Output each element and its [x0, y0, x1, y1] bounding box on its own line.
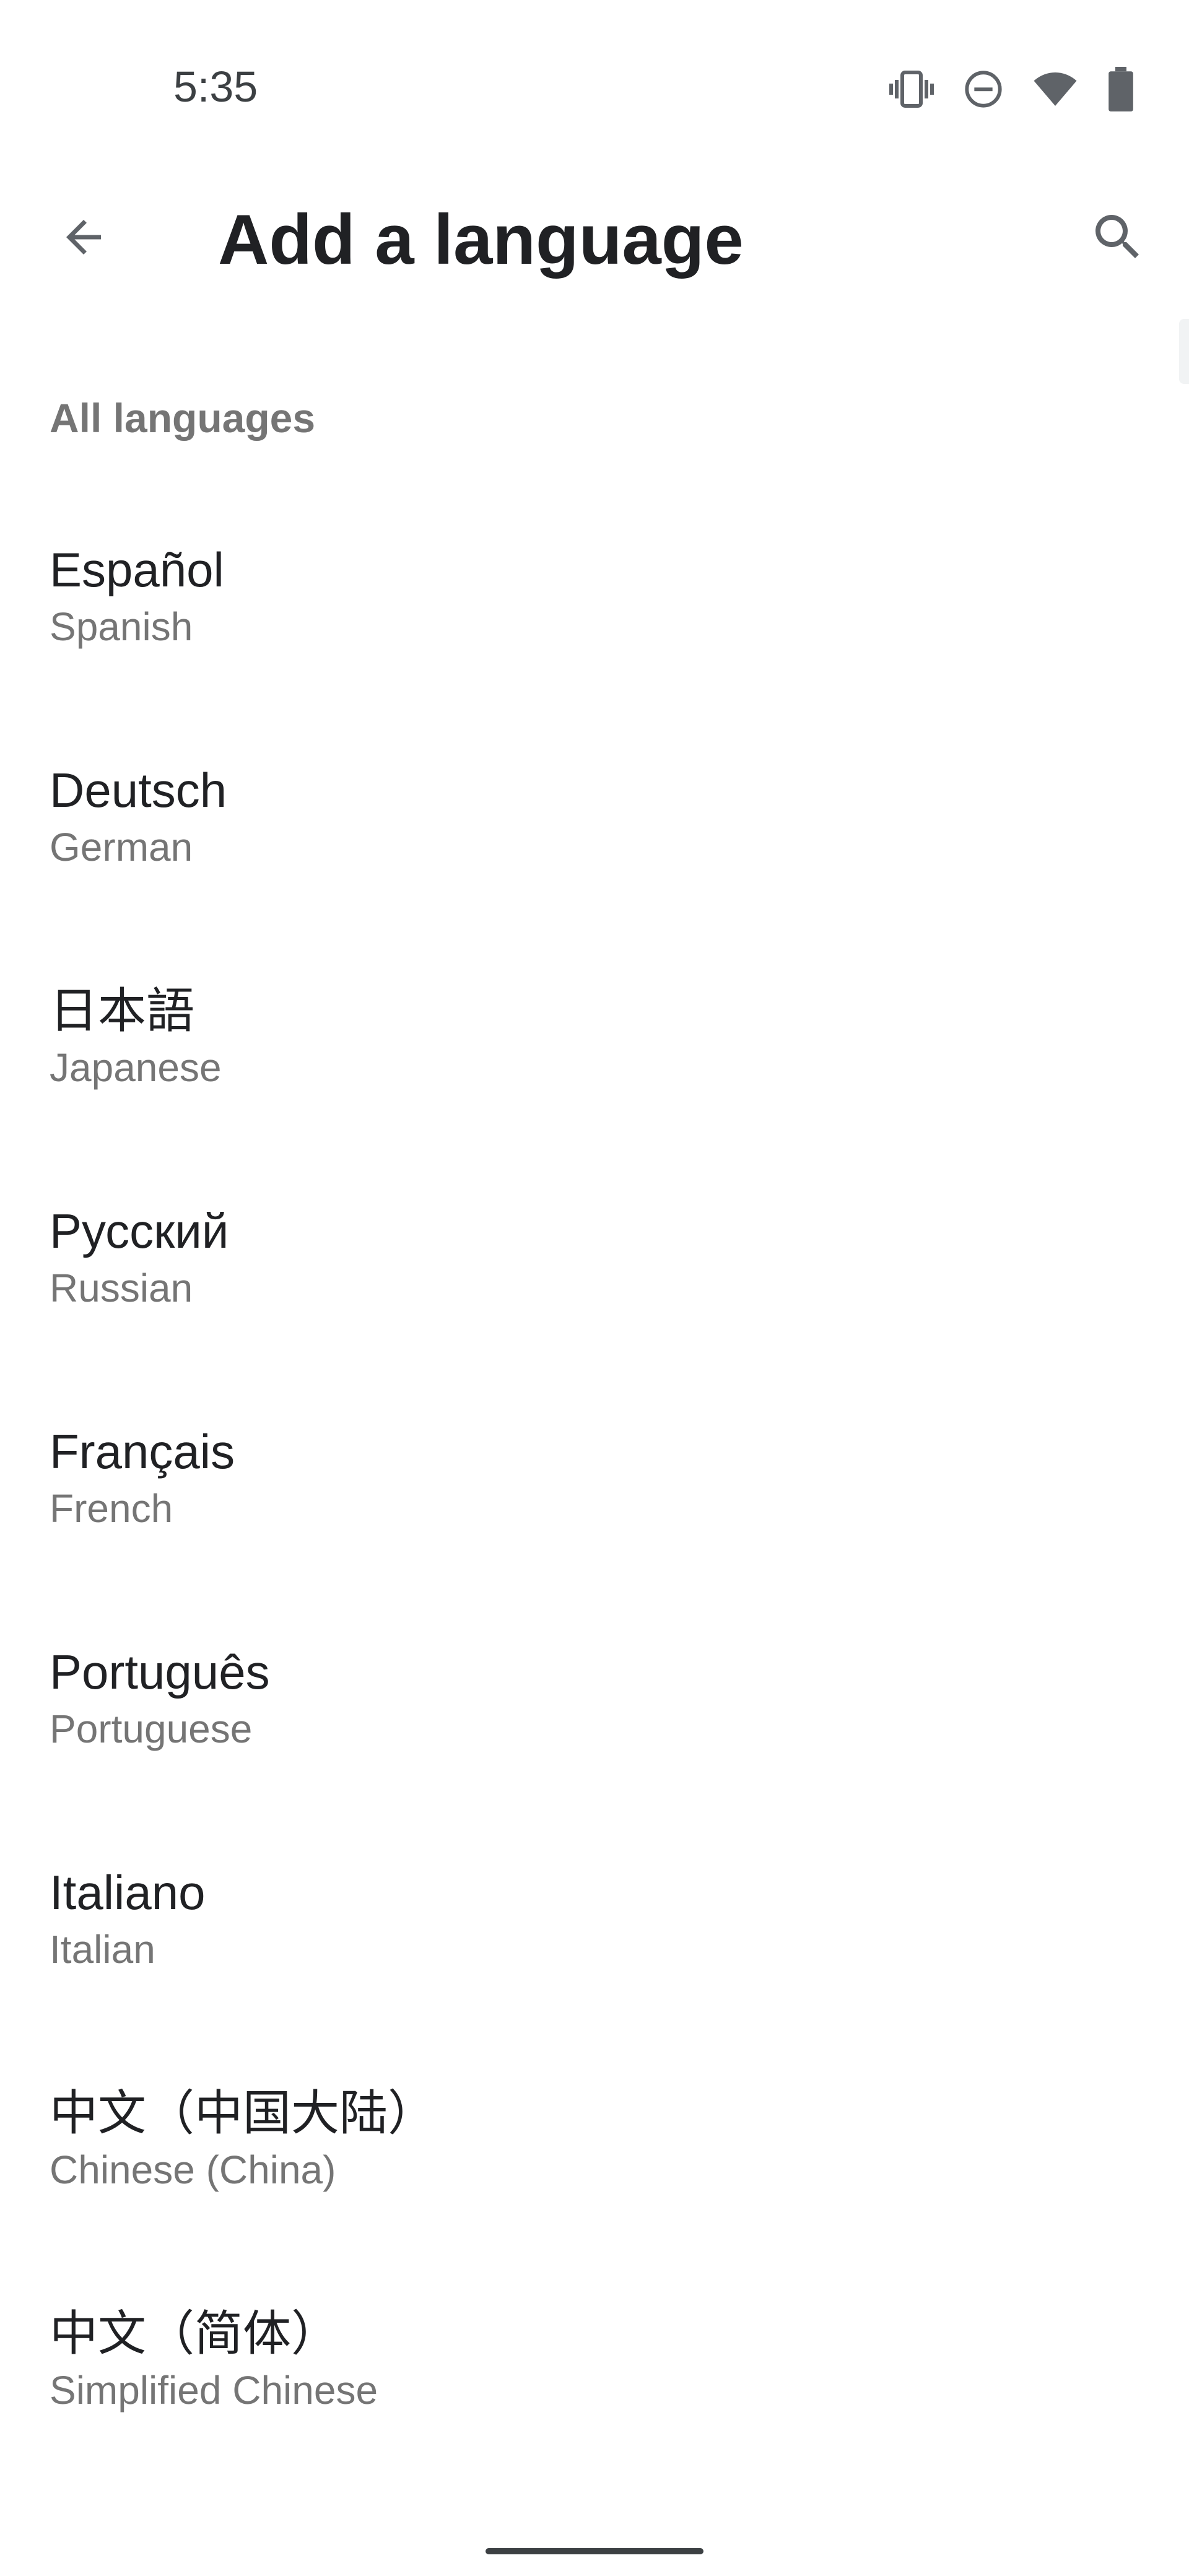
- vibrate-icon: [889, 71, 934, 108]
- language-english-name: Russian: [50, 1266, 193, 1310]
- language-native-name: 日本語: [50, 983, 195, 1038]
- language-native-name: Español: [50, 542, 224, 597]
- language-item-japanese[interactable]: 日本語 Japanese: [0, 955, 1189, 1175]
- search-button[interactable]: [1078, 198, 1158, 279]
- status-time: 5:35: [173, 63, 258, 111]
- language-english-name: Japanese: [50, 1045, 222, 1090]
- language-native-name: Français: [50, 1424, 235, 1479]
- language-item-chinese-china[interactable]: 中文（中国大陆） Chinese (China): [0, 2057, 1189, 2278]
- language-native-name: Italiano: [50, 1865, 206, 1920]
- language-english-name: Portuguese: [50, 1707, 253, 1751]
- app-bar: Add a language: [0, 167, 1189, 310]
- language-native-name: Português: [50, 1645, 270, 1699]
- wifi-icon: [1033, 71, 1078, 108]
- language-native-name: Deutsch: [50, 763, 227, 817]
- language-item-german[interactable]: Deutsch German: [0, 734, 1189, 955]
- scrollbar[interactable]: [1179, 319, 1189, 384]
- status-bar: 5:35: [0, 0, 1189, 161]
- language-item-portuguese[interactable]: Português Portuguese: [0, 1616, 1189, 1837]
- language-english-name: Chinese (China): [50, 2147, 336, 2192]
- search-icon: [1088, 207, 1148, 270]
- language-english-name: French: [50, 1486, 173, 1531]
- language-native-name: 中文（中国大陆）: [50, 2086, 437, 2140]
- do-not-disturb-icon: [964, 69, 1003, 109]
- language-english-name: German: [50, 825, 193, 869]
- back-arrow-icon: [58, 211, 110, 266]
- section-header-all-languages: All languages: [50, 395, 316, 441]
- gesture-navigation-bar[interactable]: [486, 2548, 703, 2554]
- language-native-name: 中文（简体）: [50, 2306, 340, 2361]
- status-icons: [889, 67, 1135, 111]
- language-item-french[interactable]: Français French: [0, 1396, 1189, 1616]
- back-button[interactable]: [43, 198, 124, 279]
- language-item-spanish[interactable]: Español Spanish: [0, 514, 1189, 734]
- language-english-name: Simplified Chinese: [50, 2368, 378, 2413]
- page-title: Add a language: [218, 201, 744, 279]
- language-native-name: Русский: [50, 1204, 229, 1258]
- language-list: Español Spanish Deutsch German 日本語 Japan…: [0, 514, 1189, 2498]
- language-item-russian[interactable]: Русский Russian: [0, 1175, 1189, 1396]
- language-english-name: Italian: [50, 1927, 155, 1972]
- language-item-italian[interactable]: Italiano Italian: [0, 1837, 1189, 2057]
- language-english-name: Spanish: [50, 604, 193, 649]
- language-item-simplified-chinese[interactable]: 中文（简体） Simplified Chinese: [0, 2278, 1189, 2498]
- battery-icon: [1107, 67, 1135, 111]
